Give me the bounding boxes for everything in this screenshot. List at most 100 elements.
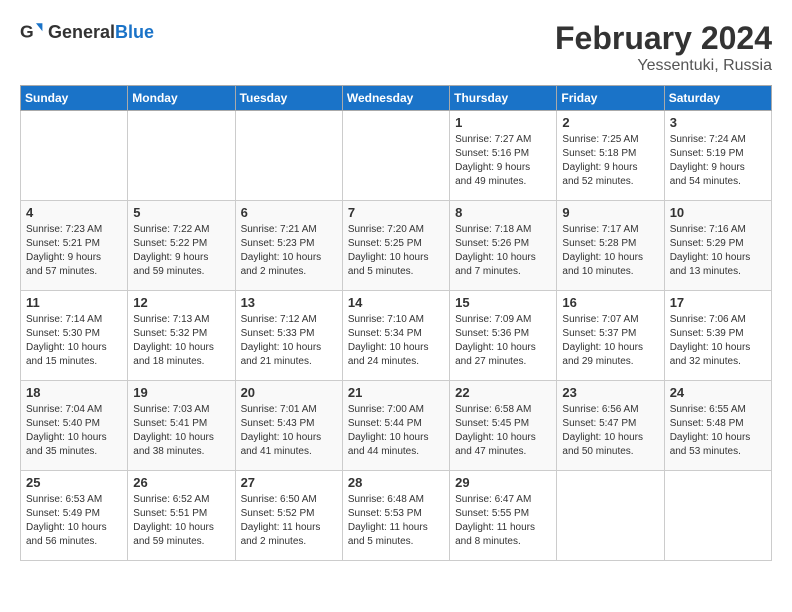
logo-general-text: GeneralBlue — [48, 22, 154, 43]
day-info: Sunrise: 7:12 AM Sunset: 5:33 PM Dayligh… — [241, 313, 337, 369]
calendar-cell: 18 Sunrise: 7:04 AM Sunset: 5:40 PM Dayli… — [21, 381, 128, 471]
day-info: Sunrise: 7:20 AM Sunset: 5:25 PM Dayligh… — [348, 223, 444, 279]
day-info: Sunrise: 6:55 AM Sunset: 5:48 PM Dayligh… — [670, 403, 766, 459]
day-number: 22 — [455, 385, 551, 400]
calendar-cell: 20 Sunrise: 7:01 AM Sunset: 5:43 PM Dayli… — [235, 381, 342, 471]
day-info: Sunrise: 7:10 AM Sunset: 5:34 PM Dayligh… — [348, 313, 444, 369]
day-number: 3 — [670, 115, 766, 130]
day-number: 25 — [26, 475, 122, 490]
logo-icon: G — [20, 20, 44, 44]
day-info: Sunrise: 7:17 AM Sunset: 5:28 PM Dayligh… — [562, 223, 658, 279]
day-number: 26 — [133, 475, 229, 490]
calendar-cell: 17 Sunrise: 7:06 AM Sunset: 5:39 PM Dayli… — [664, 291, 771, 381]
day-number: 4 — [26, 205, 122, 220]
calendar-cell: 22Sunrise: 6:58 AM Sunset: 5:45 PM Dayli… — [450, 381, 557, 471]
day-info: Sunrise: 7:22 AM Sunset: 5:22 PM Dayligh… — [133, 223, 229, 279]
calendar-week-3: 11Sunrise: 7:14 AM Sunset: 5:30 PM Dayli… — [21, 291, 772, 381]
day-info: Sunrise: 7:04 AM Sunset: 5:40 PM Dayligh… — [26, 403, 122, 459]
calendar-cell: 6 Sunrise: 7:21 AM Sunset: 5:23 PM Daylig… — [235, 201, 342, 291]
day-info: Sunrise: 7:16 AM Sunset: 5:29 PM Dayligh… — [670, 223, 766, 279]
location: Yessentuki, Russia — [555, 57, 772, 75]
day-number: 19 — [133, 385, 229, 400]
day-number: 29 — [455, 475, 551, 490]
calendar-cell: 29 Sunrise: 6:47 AM Sunset: 5:55 PM Dayli… — [450, 471, 557, 561]
day-number: 1 — [455, 115, 551, 130]
day-number: 13 — [241, 295, 337, 310]
calendar-cell: 5 Sunrise: 7:22 AM Sunset: 5:22 PM Daylig… — [128, 201, 235, 291]
calendar-cell: 13 Sunrise: 7:12 AM Sunset: 5:33 PM Dayli… — [235, 291, 342, 381]
calendar-cell — [342, 111, 449, 201]
header-day-saturday: Saturday — [664, 86, 771, 111]
calendar-cell: 26 Sunrise: 6:52 AM Sunset: 5:51 PM Dayli… — [128, 471, 235, 561]
day-info: Sunrise: 7:09 AM Sunset: 5:36 PM Dayligh… — [455, 313, 551, 369]
calendar-cell: 14 Sunrise: 7:10 AM Sunset: 5:34 PM Dayli… — [342, 291, 449, 381]
day-info: Sunrise: 7:01 AM Sunset: 5:43 PM Dayligh… — [241, 403, 337, 459]
day-number: 8 — [455, 205, 551, 220]
day-number: 28 — [348, 475, 444, 490]
day-info: Sunrise: 7:18 AM Sunset: 5:26 PM Dayligh… — [455, 223, 551, 279]
day-info: Sunrise: 6:50 AM Sunset: 5:52 PM Dayligh… — [241, 493, 337, 549]
day-info: Sunrise: 6:47 AM Sunset: 5:55 PM Dayligh… — [455, 493, 551, 549]
header-day-monday: Monday — [128, 86, 235, 111]
day-number: 6 — [241, 205, 337, 220]
calendar-cell: 28 Sunrise: 6:48 AM Sunset: 5:53 PM Dayli… — [342, 471, 449, 561]
calendar-cell: 1Sunrise: 7:27 AM Sunset: 5:16 PM Daylig… — [450, 111, 557, 201]
day-info: Sunrise: 7:14 AM Sunset: 5:30 PM Dayligh… — [26, 313, 122, 369]
calendar-header-row: SundayMondayTuesdayWednesdayThursdayFrid… — [21, 86, 772, 111]
header-day-friday: Friday — [557, 86, 664, 111]
calendar-cell — [21, 111, 128, 201]
calendar-cell: 21Sunrise: 7:00 AM Sunset: 5:44 PM Dayli… — [342, 381, 449, 471]
day-number: 17 — [670, 295, 766, 310]
calendar-table: SundayMondayTuesdayWednesdayThursdayFrid… — [20, 85, 772, 561]
calendar-week-4: 18 Sunrise: 7:04 AM Sunset: 5:40 PM Dayli… — [21, 381, 772, 471]
calendar-cell — [235, 111, 342, 201]
header-day-thursday: Thursday — [450, 86, 557, 111]
calendar-cell: 11Sunrise: 7:14 AM Sunset: 5:30 PM Dayli… — [21, 291, 128, 381]
day-info: Sunrise: 7:25 AM Sunset: 5:18 PM Dayligh… — [562, 133, 658, 189]
day-number: 23 — [562, 385, 658, 400]
calendar-week-2: 4 Sunrise: 7:23 AM Sunset: 5:21 PM Daylig… — [21, 201, 772, 291]
calendar-cell: 10 Sunrise: 7:16 AM Sunset: 5:29 PM Dayli… — [664, 201, 771, 291]
day-info: Sunrise: 7:07 AM Sunset: 5:37 PM Dayligh… — [562, 313, 658, 369]
day-number: 2 — [562, 115, 658, 130]
calendar-week-1: 1Sunrise: 7:27 AM Sunset: 5:16 PM Daylig… — [21, 111, 772, 201]
day-number: 20 — [241, 385, 337, 400]
day-info: Sunrise: 6:53 AM Sunset: 5:49 PM Dayligh… — [26, 493, 122, 549]
day-info: Sunrise: 6:52 AM Sunset: 5:51 PM Dayligh… — [133, 493, 229, 549]
month-year: February 2024 — [555, 20, 772, 57]
logo: G GeneralBlue — [20, 20, 154, 44]
header-day-sunday: Sunday — [21, 86, 128, 111]
day-info: Sunrise: 7:13 AM Sunset: 5:32 PM Dayligh… — [133, 313, 229, 369]
day-info: Sunrise: 6:56 AM Sunset: 5:47 PM Dayligh… — [562, 403, 658, 459]
calendar-cell: 8 Sunrise: 7:18 AM Sunset: 5:26 PM Daylig… — [450, 201, 557, 291]
calendar-cell — [128, 111, 235, 201]
day-info: Sunrise: 7:03 AM Sunset: 5:41 PM Dayligh… — [133, 403, 229, 459]
day-info: Sunrise: 6:48 AM Sunset: 5:53 PM Dayligh… — [348, 493, 444, 549]
calendar-cell: 2 Sunrise: 7:25 AM Sunset: 5:18 PM Daylig… — [557, 111, 664, 201]
calendar-cell: 25 Sunrise: 6:53 AM Sunset: 5:49 PM Dayli… — [21, 471, 128, 561]
day-number: 18 — [26, 385, 122, 400]
page-header: G GeneralBlue February 2024 Yessentuki, … — [20, 20, 772, 75]
day-number: 15 — [455, 295, 551, 310]
day-info: Sunrise: 7:21 AM Sunset: 5:23 PM Dayligh… — [241, 223, 337, 279]
day-number: 5 — [133, 205, 229, 220]
calendar-cell — [664, 471, 771, 561]
calendar-cell: 27 Sunrise: 6:50 AM Sunset: 5:52 PM Dayli… — [235, 471, 342, 561]
day-info: Sunrise: 7:23 AM Sunset: 5:21 PM Dayligh… — [26, 223, 122, 279]
svg-text:G: G — [20, 22, 34, 42]
day-number: 16 — [562, 295, 658, 310]
calendar-cell: 9 Sunrise: 7:17 AM Sunset: 5:28 PM Daylig… — [557, 201, 664, 291]
calendar-cell: 19 Sunrise: 7:03 AM Sunset: 5:41 PM Dayli… — [128, 381, 235, 471]
calendar-cell: 7Sunrise: 7:20 AM Sunset: 5:25 PM Daylig… — [342, 201, 449, 291]
day-number: 10 — [670, 205, 766, 220]
calendar-cell — [557, 471, 664, 561]
header-day-tuesday: Tuesday — [235, 86, 342, 111]
calendar-cell: 16 Sunrise: 7:07 AM Sunset: 5:37 PM Dayli… — [557, 291, 664, 381]
calendar-cell: 23 Sunrise: 6:56 AM Sunset: 5:47 PM Dayli… — [557, 381, 664, 471]
day-info: Sunrise: 7:06 AM Sunset: 5:39 PM Dayligh… — [670, 313, 766, 369]
day-number: 9 — [562, 205, 658, 220]
day-number: 12 — [133, 295, 229, 310]
day-number: 14 — [348, 295, 444, 310]
calendar-cell: 12 Sunrise: 7:13 AM Sunset: 5:32 PM Dayli… — [128, 291, 235, 381]
day-number: 27 — [241, 475, 337, 490]
